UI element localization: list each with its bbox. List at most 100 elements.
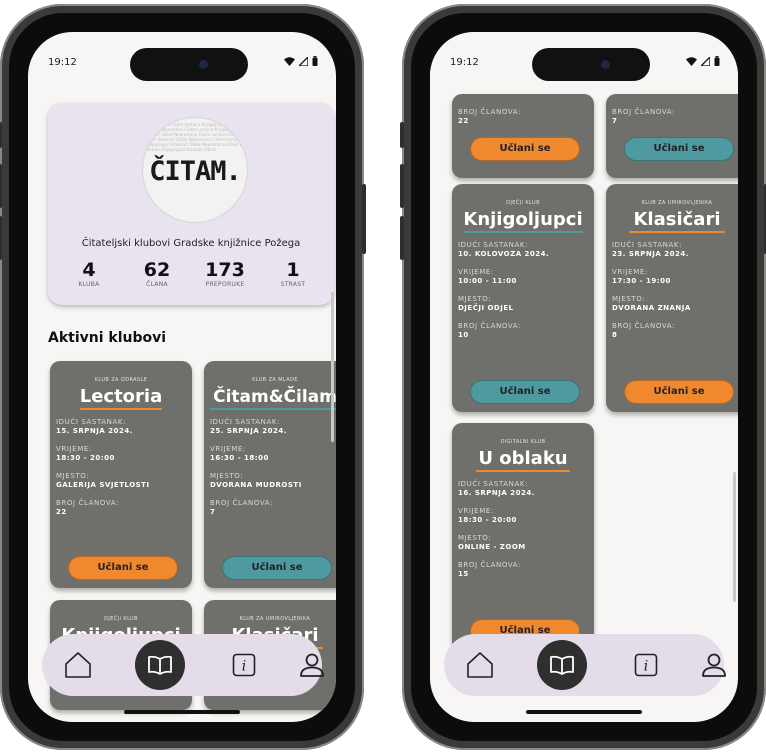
scrollbar[interactable] (733, 472, 736, 602)
club-type: KLUB ZA UMIROVLJENIKA (641, 200, 713, 206)
volume-down-button (0, 216, 2, 260)
home-icon (65, 652, 91, 678)
time-value: 10:00 - 11:00 (458, 277, 517, 285)
club-info: BROJ ČLANOVA: 7 (606, 108, 738, 125)
stat-label: STRAST (280, 281, 306, 288)
library-subtitle: Čitateljski klubovi Gradske knjižnice Po… (81, 238, 301, 249)
volume-down-button (400, 216, 404, 260)
status-bar: 19:12 (430, 32, 738, 88)
svg-text:i: i (242, 659, 246, 675)
club-name: Lectoria (79, 386, 163, 407)
next-meeting-label: IDUĆI SASTANAK: (210, 418, 281, 426)
members-label: BROJ ČLANOVA: (612, 108, 675, 116)
signal-icon (701, 56, 710, 66)
members-value: 22 (458, 117, 469, 125)
nav-info[interactable]: i (226, 647, 262, 683)
info-icon: i (634, 653, 658, 677)
place-value: DJEČJI ODJEL (458, 304, 514, 312)
nav-book-active[interactable] (537, 640, 587, 690)
club-card-citam-cilam[interactable]: BROJ ČLANOVA: 7 Učlani se (606, 94, 738, 178)
club-card-u-oblaku[interactable]: DIGITALNI KLUB U oblaku IDUĆI SASTANAK: … (452, 423, 594, 651)
battery-icon (312, 56, 318, 66)
svg-text:i: i (644, 659, 648, 675)
club-type: KLUB ZA UMIROVLJENIKA (239, 616, 311, 622)
join-button[interactable]: Učlani se (624, 137, 734, 161)
dynamic-island (130, 48, 248, 81)
place-value: ONLINE - ZOOM (458, 543, 526, 551)
stat-value: 4 (82, 259, 96, 281)
stat-value: 173 (205, 259, 245, 281)
active-clubs-heading: Aktivni klubovi (48, 330, 167, 346)
next-meeting-label: IDUĆI SASTANAK: (458, 480, 529, 488)
members-value: 22 (56, 508, 67, 516)
members-value: 7 (612, 117, 618, 125)
volume-up-button (400, 164, 404, 208)
club-type: KLUB ZA ODRASLE (94, 377, 148, 383)
nav-home[interactable] (60, 647, 96, 683)
bottom-nav: i (42, 634, 324, 696)
home-icon (467, 652, 493, 678)
place-label: MJESTO: (56, 472, 90, 480)
club-name: Čitam&Čilam (213, 387, 336, 407)
dynamic-island (532, 48, 650, 81)
status-time: 19:12 (450, 57, 479, 68)
club-card-citam-cilam[interactable]: KLUB ZA MLADE Čitam&Čilam IDUĆI SASTANAK… (204, 361, 336, 588)
club-card-klasicari[interactable]: KLUB ZA UMIROVLJENIKA Klasičari IDUĆI SA… (606, 184, 738, 412)
camera-icon (199, 60, 208, 69)
members-value: 7 (210, 508, 216, 516)
join-button[interactable]: Učlani se (222, 556, 332, 580)
join-button[interactable]: Učlani se (470, 380, 580, 404)
phone-frame-left: 19:12 Neprestano Citam Lectoria Knjigolj… (0, 4, 366, 750)
club-info: IDUĆI SASTANAK: 15. SRPNJA 2024. VRIJEME… (50, 418, 192, 516)
join-button[interactable]: Učlani se (624, 380, 734, 404)
nav-profile[interactable] (294, 647, 330, 683)
club-card-knjigoljupci[interactable]: DJEČJI KLUB Knjigoljupci IDUĆI SASTANAK:… (452, 184, 594, 412)
club-name: Knjigoljupci (463, 209, 583, 230)
phone-frame-right: BROJ ČLANOVA: 22 Učlani se BROJ ČLANOVA:… (400, 4, 766, 750)
stat-clubs: 4 KLUBA (56, 259, 122, 288)
club-info: IDUĆI SASTANAK: 23. SRPNJA 2024. VRIJEME… (606, 241, 738, 339)
club-type: KLUB ZA MLADE (252, 377, 298, 383)
next-meeting-label: IDUĆI SASTANAK: (56, 418, 127, 426)
wifi-icon (284, 56, 295, 66)
next-meeting-value: 23. SRPNJA 2024. (612, 250, 689, 258)
nav-info[interactable]: i (628, 647, 664, 683)
next-meeting-value: 10. KOLOVOZA 2024. (458, 250, 550, 258)
club-info: IDUĆI SASTANAK: 10. KOLOVOZA 2024. VRIJE… (452, 241, 594, 339)
nav-book-active[interactable] (135, 640, 185, 690)
screen-scrolled: BROJ ČLANOVA: 22 Učlani se BROJ ČLANOVA:… (430, 32, 738, 722)
book-icon (148, 655, 172, 675)
time-label: VRIJEME: (210, 445, 246, 453)
club-card-lectoria[interactable]: KLUB ZA ODRASLE Lectoria IDUĆI SASTANAK:… (50, 361, 192, 588)
place-value: DVORANA ZNANJA (612, 304, 691, 312)
time-value: 18:30 - 20:00 (458, 516, 517, 524)
join-button[interactable]: Učlani se (470, 137, 580, 161)
club-card-lectoria[interactable]: BROJ ČLANOVA: 22 Učlani se (452, 94, 594, 178)
nav-home[interactable] (462, 647, 498, 683)
user-icon (300, 653, 324, 677)
members-label: BROJ ČLANOVA: (210, 499, 273, 507)
place-label: MJESTO: (210, 472, 244, 480)
camera-icon (601, 60, 610, 69)
wifi-icon (686, 56, 697, 66)
members-label: BROJ ČLANOVA: (612, 322, 675, 330)
next-meeting-value: 25. SRPNJA 2024. (210, 427, 287, 435)
stat-label: KLUBA (78, 281, 100, 288)
members-value: 10 (458, 331, 469, 339)
status-icons (686, 56, 720, 66)
scrollbar[interactable] (331, 292, 334, 442)
nav-profile[interactable] (696, 647, 732, 683)
power-button (362, 184, 366, 254)
place-label: MJESTO: (458, 534, 492, 542)
club-info: IDUĆI SASTANAK: 25. SRPNJA 2024. VRIJEME… (204, 418, 336, 516)
side-button (400, 122, 404, 148)
battery-icon (714, 56, 720, 66)
club-info: IDUĆI SASTANAK: 16. SRPNJA 2024. VRIJEME… (452, 480, 594, 578)
join-button[interactable]: Učlani se (68, 556, 178, 580)
club-name-underline (210, 408, 336, 410)
next-meeting-value: 15. SRPNJA 2024. (56, 427, 133, 435)
bezel: BROJ ČLANOVA: 22 Učlani se BROJ ČLANOVA:… (411, 13, 757, 741)
status-bar: 19:12 (28, 32, 336, 88)
bottom-nav: i (444, 634, 726, 696)
stat-recommendations: 173 PREPORUKE (192, 259, 258, 288)
